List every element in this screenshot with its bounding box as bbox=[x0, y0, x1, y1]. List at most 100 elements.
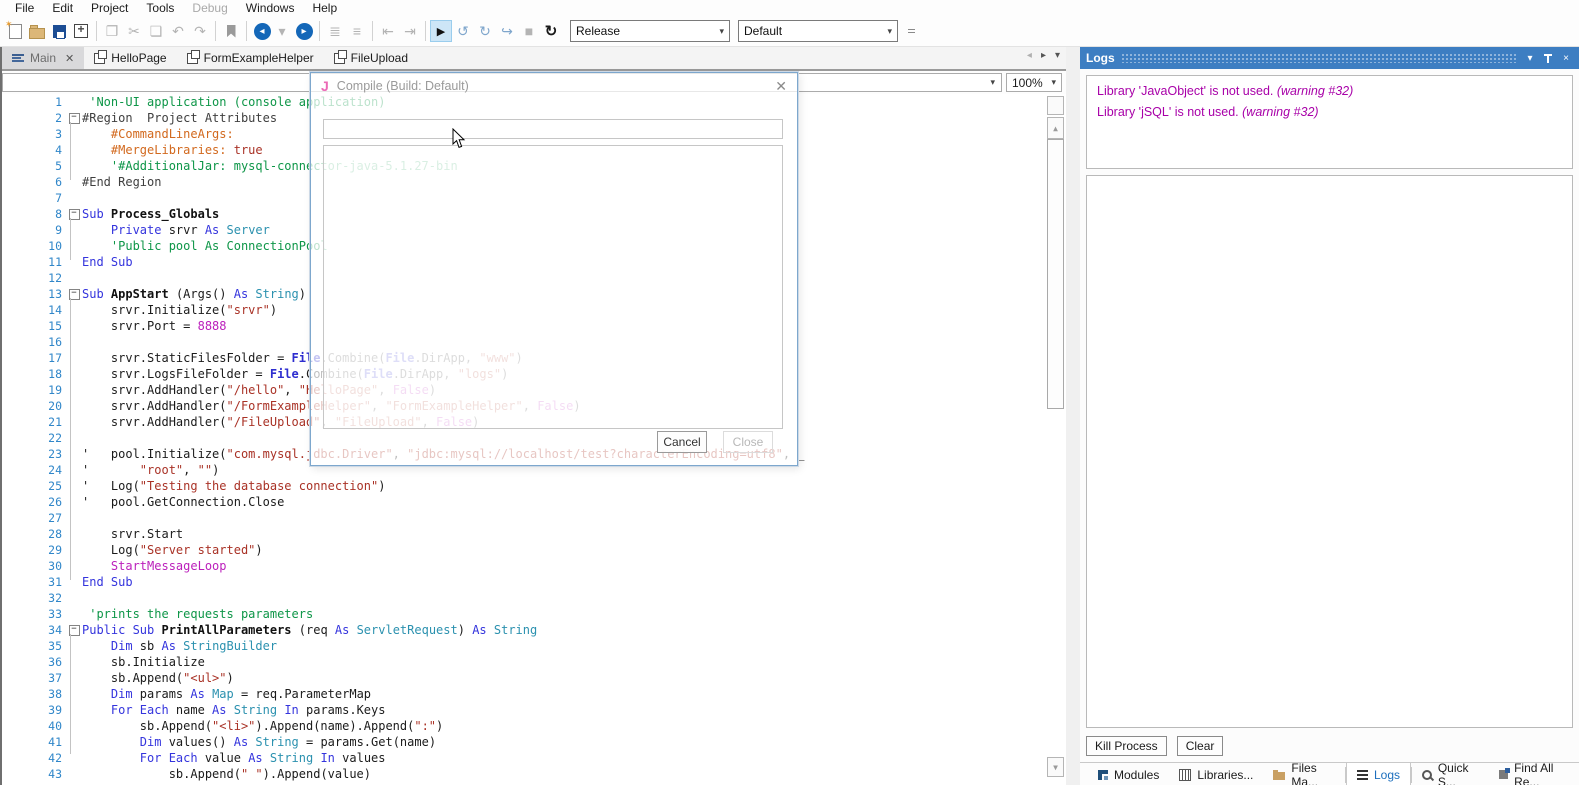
code-line-30[interactable]: 30 StartMessageLoop bbox=[2, 558, 1066, 574]
paste-icon[interactable]: ❏ bbox=[145, 20, 167, 42]
code-line-27[interactable]: 27 bbox=[2, 510, 1066, 526]
stop-icon[interactable]: ■ bbox=[518, 20, 540, 42]
save-icon[interactable] bbox=[48, 20, 70, 42]
code-line-26[interactable]: 26' pool.GetConnection.Close bbox=[2, 494, 1066, 510]
menu-file[interactable]: File bbox=[6, 0, 43, 16]
code-line-34[interactable]: 34−Public Sub PrintAllParameters (req As… bbox=[2, 622, 1066, 638]
tab-main[interactable]: Main✕ bbox=[2, 47, 84, 69]
code-token: true bbox=[234, 143, 263, 157]
compiler-warnings-box[interactable]: Library 'JavaObject' is not used. (warni… bbox=[1086, 75, 1573, 169]
kill-process-button[interactable]: Kill Process bbox=[1086, 736, 1167, 756]
tool-tab-files[interactable]: Files Ma... bbox=[1263, 763, 1345, 785]
clear-button[interactable]: Clear bbox=[1177, 736, 1224, 756]
tool-tab-modules[interactable]: Modules bbox=[1088, 763, 1169, 785]
tool-tab-findall[interactable]: Find All Re... bbox=[1489, 763, 1579, 785]
code-line-38[interactable]: 38 Dim params As Map = req.ParameterMap bbox=[2, 686, 1066, 702]
debug-step-into-icon[interactable]: ↻ bbox=[474, 20, 496, 42]
compile-dialog-titlebar[interactable]: J Compile (Build: Default) ✕ bbox=[311, 73, 797, 99]
cancel-button[interactable]: Cancel bbox=[657, 431, 707, 453]
fold-margin bbox=[66, 526, 82, 542]
fold-margin[interactable]: − bbox=[66, 622, 82, 638]
code-line-33[interactable]: 33 'prints the requests parameters bbox=[2, 606, 1066, 622]
code-line-43[interactable]: 43 sb.Append(" ").Append(value) bbox=[2, 766, 1066, 782]
code-line-42[interactable]: 42 For Each value As String In values bbox=[2, 750, 1066, 766]
zoom-dropdown[interactable]: 100% ▾ bbox=[1006, 73, 1062, 92]
split-handle[interactable] bbox=[1047, 96, 1064, 115]
comment-icon[interactable]: ≣ bbox=[324, 20, 346, 42]
[interactable]: ▸ bbox=[293, 20, 315, 42]
debug-resume-icon[interactable]: ↺ bbox=[452, 20, 474, 42]
code-module-icon bbox=[12, 54, 24, 63]
run-icon[interactable]: ▶ bbox=[430, 20, 452, 42]
new-file-icon[interactable] bbox=[4, 20, 26, 42]
line-number: 11 bbox=[2, 254, 66, 270]
menu-debug[interactable]: Debug bbox=[183, 0, 236, 16]
redo-icon[interactable]: ↷ bbox=[189, 20, 211, 42]
indent-icon[interactable]: ⇥ bbox=[399, 20, 421, 42]
tab-list-icon[interactable]: ▾ bbox=[1055, 50, 1060, 61]
code-line-32[interactable]: 32 bbox=[2, 590, 1066, 606]
fold-margin[interactable]: − bbox=[66, 110, 82, 126]
back-icon[interactable]: ◂ bbox=[254, 23, 271, 40]
tab-fileupload[interactable]: FileUpload bbox=[324, 47, 418, 69]
tool-tab-libraries[interactable]: Libraries... bbox=[1169, 763, 1263, 785]
code-line-29[interactable]: 29 Log("Server started") bbox=[2, 542, 1066, 558]
toolbar-overflow-icon[interactable] bbox=[904, 23, 918, 39]
tool-tab-label: Files Ma... bbox=[1291, 761, 1335, 785]
debug-step-over-icon[interactable]: ↪ bbox=[496, 20, 518, 42]
fold-margin bbox=[66, 382, 82, 398]
tool-tab-quick[interactable]: Quick S... bbox=[1412, 763, 1489, 785]
code-line-25[interactable]: 25' Log("Testing the database connection… bbox=[2, 478, 1066, 494]
close-icon[interactable]: ✕ bbox=[65, 52, 74, 65]
code-line-36[interactable]: 36 sb.Initialize bbox=[2, 654, 1066, 670]
save-all-icon[interactable] bbox=[70, 20, 92, 42]
logs-panel-header[interactable]: Logs ▾ × bbox=[1080, 47, 1579, 69]
fold-margin bbox=[66, 142, 82, 158]
code-token: srvr.Port = bbox=[82, 319, 198, 333]
forward-icon[interactable]: ▸ bbox=[296, 23, 313, 40]
code-line-40[interactable]: 40 sb.Append("<li>").Append(name).Append… bbox=[2, 718, 1066, 734]
code-line-39[interactable]: 39 For Each name As String In params.Key… bbox=[2, 702, 1066, 718]
tab-hellopage[interactable]: HelloPage bbox=[84, 47, 176, 69]
menu-project[interactable]: Project bbox=[82, 0, 137, 16]
tab-scroll-right-icon[interactable]: ▸ bbox=[1041, 50, 1046, 61]
fold-margin[interactable]: − bbox=[66, 286, 82, 302]
close-icon[interactable]: × bbox=[1559, 53, 1573, 64]
build-mode-combo[interactable]: Release ▾ bbox=[570, 20, 730, 42]
build-configuration-combo[interactable]: Default ▾ bbox=[738, 20, 898, 42]
close-icon[interactable]: ✕ bbox=[775, 78, 787, 95]
tab-formexamplehelper[interactable]: FormExampleHelper bbox=[177, 47, 324, 69]
menu-tools[interactable]: Tools bbox=[137, 0, 183, 16]
menu-windows[interactable]: Windows bbox=[237, 0, 304, 16]
[interactable]: ◂ bbox=[251, 20, 273, 42]
editor-vertical-scrollbar[interactable]: ▲ ▼ bbox=[1046, 95, 1063, 785]
scrollbar-thumb[interactable] bbox=[1047, 139, 1064, 409]
outdent-icon[interactable]: ⇤ bbox=[377, 20, 399, 42]
uncomment-icon[interactable]: ≡ bbox=[346, 20, 368, 42]
menu-edit[interactable]: Edit bbox=[43, 0, 82, 16]
rebuild-icon[interactable]: ↻ bbox=[540, 20, 562, 42]
code-line-31[interactable]: 31End Sub bbox=[2, 574, 1066, 590]
scroll-down-icon[interactable]: ▼ bbox=[1047, 757, 1064, 777]
code-token: As bbox=[234, 287, 256, 301]
tab-scroll-left-icon[interactable]: ◂ bbox=[1027, 50, 1032, 61]
fold-margin[interactable]: − bbox=[66, 206, 82, 222]
bookmark-icon[interactable] bbox=[220, 20, 242, 42]
pin-icon[interactable] bbox=[1543, 53, 1553, 64]
menu-help[interactable]: Help bbox=[303, 0, 346, 16]
undo-icon[interactable]: ↶ bbox=[167, 20, 189, 42]
tool-tab-logs[interactable]: Logs bbox=[1346, 763, 1411, 785]
back-caret-icon[interactable]: ▾ bbox=[271, 20, 293, 42]
copy-icon[interactable]: ❐ bbox=[101, 20, 123, 42]
panel-menu-icon[interactable]: ▾ bbox=[1523, 53, 1537, 64]
scroll-up-icon[interactable]: ▲ bbox=[1047, 117, 1064, 139]
pane-splitter[interactable] bbox=[1066, 47, 1080, 785]
code-line-28[interactable]: 28 srvr.Start bbox=[2, 526, 1066, 542]
code-token: As bbox=[234, 735, 256, 749]
code-line-35[interactable]: 35 Dim sb As StringBuilder bbox=[2, 638, 1066, 654]
open-project-icon[interactable] bbox=[26, 20, 48, 42]
code-line-41[interactable]: 41 Dim values() As String = params.Get(n… bbox=[2, 734, 1066, 750]
log-output-box[interactable] bbox=[1086, 175, 1573, 728]
code-line-37[interactable]: 37 sb.Append("<ul>") bbox=[2, 670, 1066, 686]
cut-icon[interactable]: ✂ bbox=[123, 20, 145, 42]
